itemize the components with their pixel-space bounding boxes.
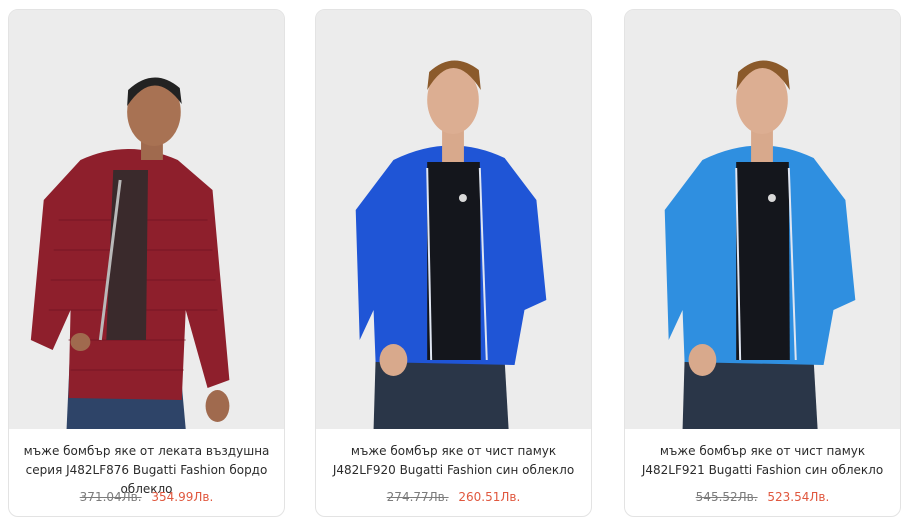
sale-price: 354.99Лв. — [151, 490, 214, 504]
product-image[interactable] — [625, 10, 900, 429]
product-card[interactable]: мъже бомбър яке от чист памук J482LF921 … — [624, 9, 901, 517]
product-image[interactable] — [9, 10, 284, 429]
price-block: 274.77Лв. 260.51Лв. — [316, 488, 591, 506]
old-price: 545.52Лв. — [695, 490, 758, 504]
product-card[interactable]: мъже бомбър яке от леката въздушна серия… — [8, 9, 285, 517]
product-title[interactable]: мъже бомбър яке от чист памук J482LF921 … — [633, 442, 892, 480]
old-price: 274.77Лв. — [386, 490, 449, 504]
product-grid: мъже бомбър яке от леката въздушна серия… — [0, 0, 919, 529]
old-price: 371.04Лв. — [79, 490, 142, 504]
product-card[interactable]: мъже бомбър яке от чист памук J482LF920 … — [315, 9, 592, 517]
sale-price: 523.54Лв. — [767, 490, 830, 504]
price-block: 545.52Лв. 523.54Лв. — [625, 488, 900, 506]
price-block: 371.04Лв. 354.99Лв. — [9, 488, 284, 506]
product-image[interactable] — [316, 10, 591, 429]
sale-price: 260.51Лв. — [458, 490, 521, 504]
product-title[interactable]: мъже бомбър яке от чист памук J482LF920 … — [324, 442, 583, 480]
